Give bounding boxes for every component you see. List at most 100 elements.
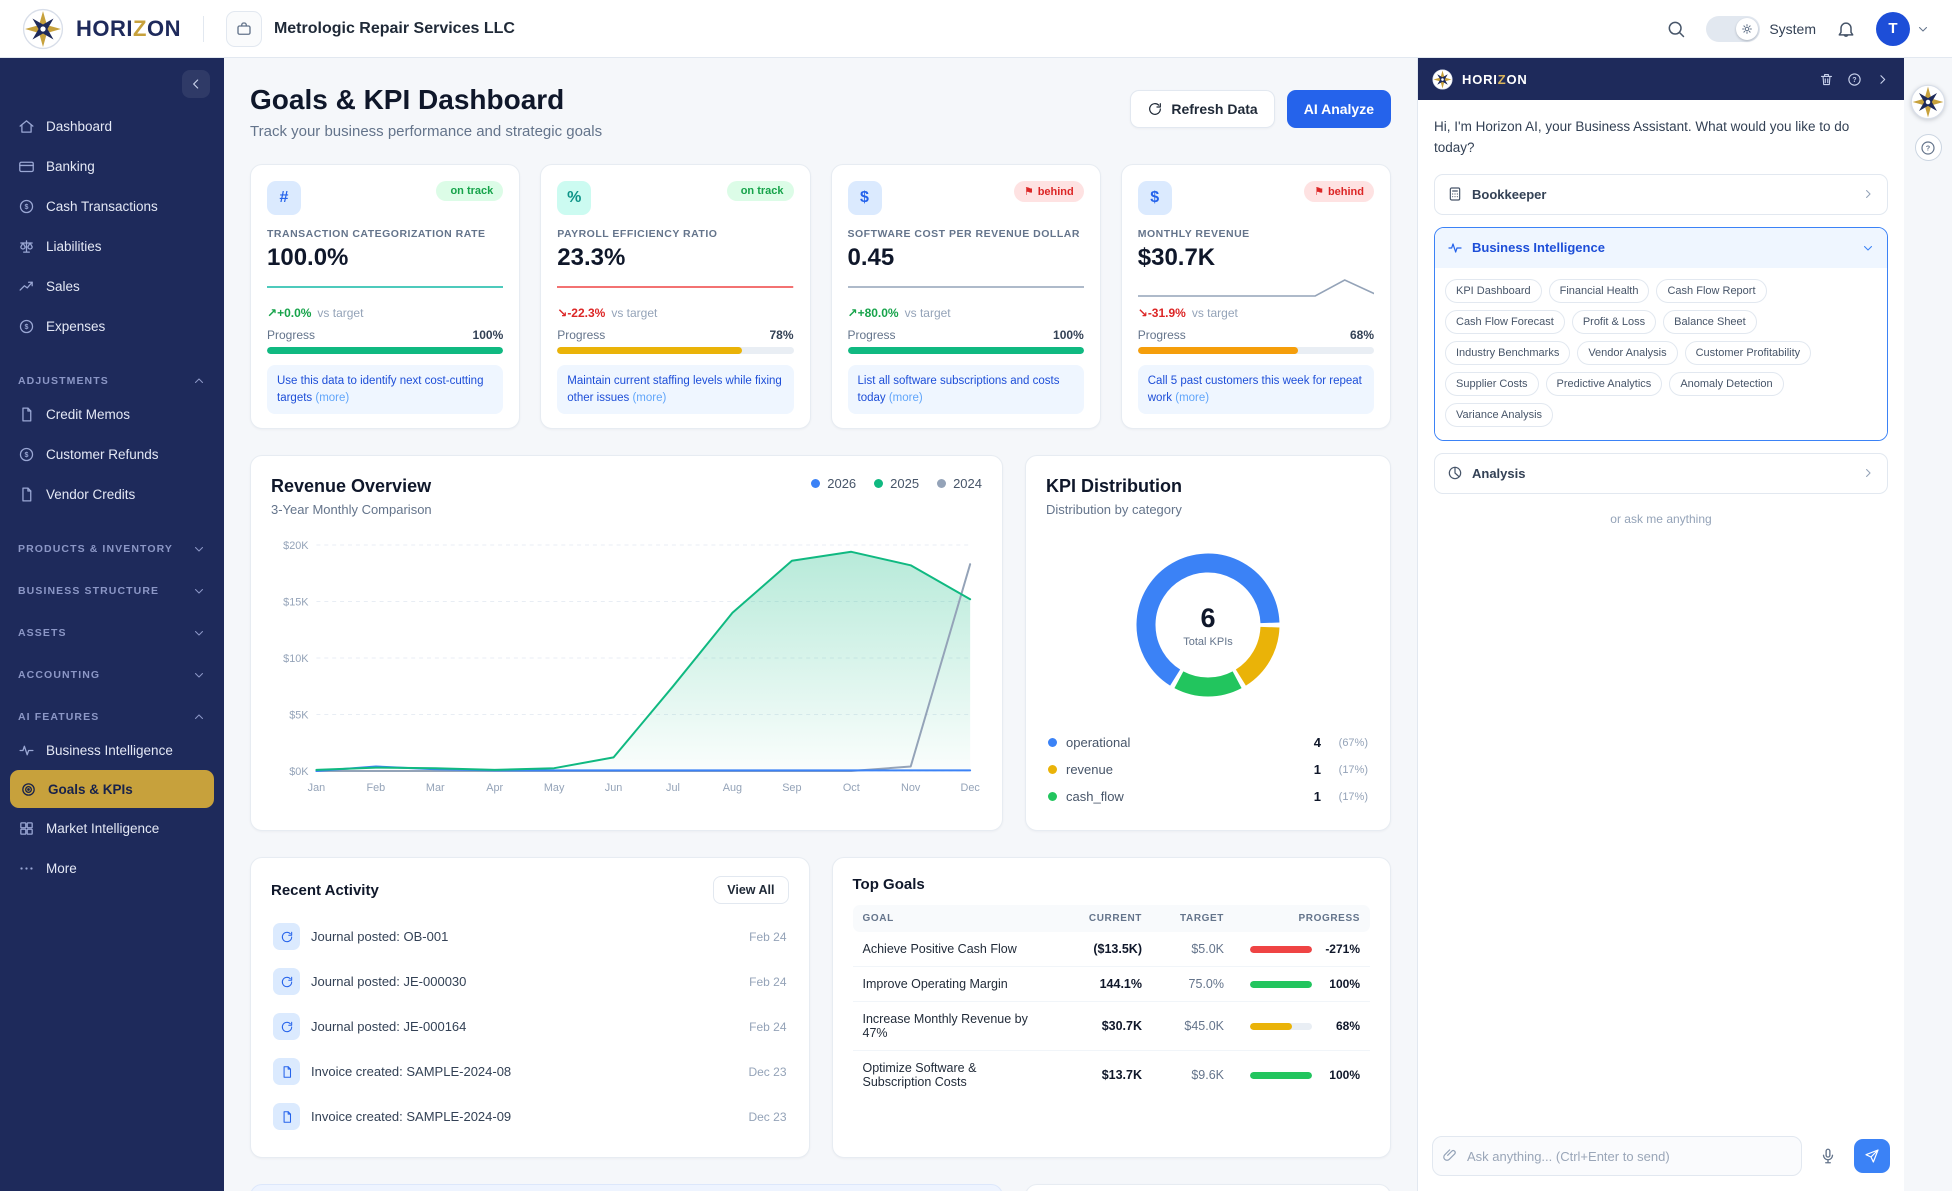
- attachment-icon[interactable]: [1442, 1147, 1458, 1163]
- more-link[interactable]: (more): [889, 392, 923, 404]
- ai-chat-input[interactable]: [1432, 1136, 1802, 1176]
- business-intelligence-option[interactable]: Business Intelligence: [1435, 228, 1887, 268]
- svg-text:$5K: $5K: [289, 710, 309, 722]
- sidebar-section-business-structure[interactable]: BUSINESS STRUCTURE: [0, 584, 224, 598]
- sidebar-item[interactable]: Banking: [0, 146, 224, 186]
- bi-chip[interactable]: Financial Health: [1549, 279, 1650, 303]
- kpi-delta: ↘-22.3% vs target: [557, 306, 793, 320]
- brand-wordmark: HORIZON: [76, 16, 181, 42]
- sidebar-section-ai-features[interactable]: AI FEATURES: [0, 710, 224, 724]
- goals-table-body: Achieve Positive Cash Flow ($13.5K) $5.0…: [853, 932, 1371, 1099]
- svg-text:$15K: $15K: [283, 597, 309, 609]
- company-name: Metrologic Repair Services LLC: [274, 20, 515, 38]
- bi-chip[interactable]: Cash Flow Report: [1656, 279, 1766, 303]
- kpi-delta: ↗+0.0% vs target: [267, 306, 503, 320]
- revenue-legend: 2026 2025 2024: [811, 476, 982, 491]
- bi-chip[interactable]: KPI Dashboard: [1445, 279, 1542, 303]
- chevron-down-icon: [192, 626, 206, 640]
- revenue-subtitle: 3-Year Monthly Comparison: [271, 502, 432, 517]
- avatar[interactable]: T: [1876, 12, 1910, 46]
- horizon-compass-fab[interactable]: [1910, 84, 1946, 120]
- sidebar-item[interactable]: Credit Memos: [0, 394, 224, 434]
- distribution-title: KPI Distribution: [1046, 476, 1370, 497]
- refresh-data-button[interactable]: Refresh Data: [1130, 90, 1274, 128]
- activity-row[interactable]: Invoice created: SAMPLE-2024-08 Dec 23: [271, 1049, 789, 1094]
- goal-row[interactable]: Achieve Positive Cash Flow ($13.5K) $5.0…: [853, 932, 1371, 967]
- kpi-progress-labels: Progress 100%: [848, 328, 1084, 342]
- sidebar-item-label: Liabilities: [46, 239, 102, 254]
- more-link[interactable]: (more): [1175, 392, 1209, 404]
- bi-chip[interactable]: Predictive Analytics: [1546, 372, 1663, 396]
- svg-text:Jan: Jan: [308, 782, 326, 794]
- sidebar-item[interactable]: $ Cash Transactions: [0, 186, 224, 226]
- goal-row[interactable]: Increase Monthly Revenue by 47% $30.7K $…: [853, 1002, 1371, 1051]
- sidebar-section-products-inventory[interactable]: PRODUCTS & INVENTORY: [0, 542, 224, 556]
- voice-input-button[interactable]: [1811, 1139, 1845, 1173]
- revenue-overview-card: Revenue Overview 3-Year Monthly Comparis…: [250, 455, 1003, 831]
- sidebar-item[interactable]: Liabilities: [0, 226, 224, 266]
- trending-icon: [1447, 240, 1463, 256]
- chevron-up-icon: [192, 374, 206, 388]
- sidebar-item-more[interactable]: More: [0, 848, 224, 888]
- goal-row[interactable]: Optimize Software & Subscription Costs $…: [853, 1051, 1371, 1099]
- kpi-card: $ ⚑behind MONTHLY REVENUE $30.7K ↘-31.9%…: [1121, 164, 1391, 429]
- sidebar-item-icon: $: [18, 446, 35, 463]
- activity-row[interactable]: Journal posted: OB-001 Feb 24: [271, 914, 789, 959]
- bi-chip[interactable]: Supplier Costs: [1445, 372, 1539, 396]
- bi-chip[interactable]: Variance Analysis: [1445, 403, 1553, 427]
- kpi-icon: %: [557, 181, 591, 215]
- activity-row[interactable]: Journal posted: JE-000030 Feb 24: [271, 959, 789, 1004]
- sidebar-item[interactable]: Sales: [0, 266, 224, 306]
- theme-toggle[interactable]: [1706, 16, 1760, 42]
- sidebar-main-nav: Dashboard Banking $ Cash Transactions Li…: [0, 106, 224, 346]
- sidebar-item[interactable]: $ Customer Refunds: [0, 434, 224, 474]
- help-icon[interactable]: ?: [1847, 72, 1862, 87]
- more-link[interactable]: (more): [632, 392, 666, 404]
- bi-chip[interactable]: Balance Sheet: [1663, 310, 1757, 334]
- svg-text:May: May: [544, 782, 565, 794]
- sidebar-item[interactable]: Dashboard: [0, 106, 224, 146]
- activity-row[interactable]: Journal posted: JE-000164 Feb 24: [271, 1004, 789, 1049]
- send-button[interactable]: [1854, 1139, 1890, 1173]
- sidebar-item-label: Sales: [46, 279, 80, 294]
- sidebar-section-accounting[interactable]: ACCOUNTING: [0, 668, 224, 682]
- bi-chip[interactable]: Industry Benchmarks: [1445, 341, 1570, 365]
- collapse-panel-icon[interactable]: [1875, 72, 1890, 87]
- sidebar-collapse-button[interactable]: [182, 70, 210, 98]
- sidebar-item[interactable]: Goals & KPIs: [10, 770, 214, 808]
- more-link[interactable]: (more): [315, 392, 349, 404]
- bi-chip[interactable]: Cash Flow Forecast: [1445, 310, 1565, 334]
- activity-row[interactable]: Invoice created: SAMPLE-2024-09 Dec 23: [271, 1094, 789, 1139]
- sidebar-item-icon: [18, 486, 35, 503]
- help-fab[interactable]: ?: [1915, 134, 1942, 161]
- kpi-card: $ ⚑behind SOFTWARE COST PER REVENUE DOLL…: [831, 164, 1101, 429]
- activity-icon: [280, 930, 294, 944]
- analysis-option[interactable]: Analysis: [1434, 453, 1888, 494]
- goals-title: Top Goals: [853, 876, 925, 893]
- sidebar-section-assets[interactable]: ASSETS: [0, 626, 224, 640]
- legend-dot: [1048, 738, 1057, 747]
- sidebar-item[interactable]: $ Expenses: [0, 306, 224, 346]
- bookkeeper-option[interactable]: Bookkeeper: [1434, 174, 1888, 215]
- svg-text:$20K: $20K: [283, 540, 309, 552]
- theme-label: System: [1769, 21, 1816, 37]
- sidebar-section-adjustments[interactable]: ADJUSTMENTS: [0, 374, 224, 388]
- chevron-down-icon[interactable]: [1916, 22, 1930, 36]
- search-icon[interactable]: [1666, 19, 1686, 39]
- company-switcher-button[interactable]: [226, 11, 262, 47]
- bi-chip[interactable]: Anomaly Detection: [1669, 372, 1783, 396]
- chevron-right-icon: [1861, 187, 1875, 201]
- sidebar-item[interactable]: Vendor Credits: [0, 474, 224, 514]
- ai-analyze-button[interactable]: AI Analyze: [1287, 90, 1391, 128]
- goal-progress-bar: [1250, 1072, 1312, 1079]
- view-all-button[interactable]: View All: [713, 876, 788, 904]
- sidebar-item[interactable]: Market Intelligence: [0, 808, 224, 848]
- sidebar-item[interactable]: Business Intelligence: [0, 730, 224, 770]
- notifications-bell-icon[interactable]: [1836, 19, 1856, 39]
- sidebar-item-label: Vendor Credits: [46, 487, 135, 502]
- bi-chip[interactable]: Customer Profitability: [1685, 341, 1812, 365]
- clear-chat-trash-icon[interactable]: [1819, 72, 1834, 87]
- bi-chip[interactable]: Profit & Loss: [1572, 310, 1656, 334]
- bi-chip[interactable]: Vendor Analysis: [1577, 341, 1677, 365]
- goal-row[interactable]: Improve Operating Margin 144.1% 75.0% 10…: [853, 967, 1371, 1002]
